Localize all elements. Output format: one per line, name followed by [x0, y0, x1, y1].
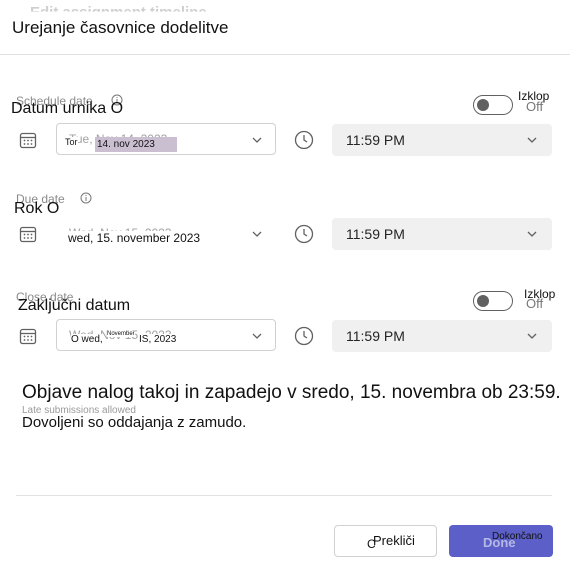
close-date-prefix: O wed,: [71, 334, 103, 345]
chevron-down-icon: [252, 137, 262, 143]
due-date-picker[interactable]: Wed, Nov 15, 2023 wed, 15. november 2023: [56, 217, 276, 249]
schedule-date-picker[interactable]: Tue, Nov 14, 2023 Tor 14. nov 2023: [56, 123, 276, 155]
close-time-picker[interactable]: 11:59 PM: [332, 320, 552, 352]
schedule-toggle-ghost: Off: [526, 99, 544, 114]
timeline-summary: Objave nalog takoj in zapadejo v sredo, …: [22, 382, 561, 403]
close-toggle-ghost: Off: [526, 296, 544, 311]
close-toggle[interactable]: [473, 291, 513, 311]
chevron-down-icon: [527, 333, 537, 339]
schedule-date-prefix: Tor: [65, 137, 78, 147]
cancel-label: Prekliči: [373, 533, 415, 548]
chevron-down-icon: [252, 231, 262, 237]
schedule-date-label: Datum urnika O: [11, 100, 124, 117]
done-button[interactable]: Done Dokončano: [449, 525, 553, 557]
due-time-value: 11:59 PM: [346, 226, 405, 242]
clock-icon: [294, 130, 314, 150]
cancel-button[interactable]: C Prekliči: [334, 525, 437, 557]
close-time-value: 11:59 PM: [346, 328, 405, 344]
close-date-month: November: [107, 331, 135, 337]
due-time-picker[interactable]: 11:59 PM: [332, 218, 552, 250]
chevron-down-icon: [527, 137, 537, 143]
calendar-icon: [19, 132, 37, 149]
close-date-label: Zaključni datum: [18, 297, 131, 314]
close-date-picker[interactable]: Wed, Nov 15, 2023 O wed, November IS, 20…: [56, 319, 276, 351]
calendar-icon: [19, 328, 37, 345]
clock-icon: [294, 326, 314, 346]
calendar-icon: [19, 226, 37, 243]
chevron-down-icon: [527, 231, 537, 237]
clock-icon: [294, 224, 314, 244]
schedule-toggle[interactable]: [473, 95, 513, 115]
info-icon[interactable]: [80, 192, 92, 204]
close-date-suffix: IS, 2023: [139, 334, 177, 345]
dialog-title: Urejanje časovnice dodelitve: [12, 18, 229, 37]
late-submissions-note: Dovoljeni so oddajanja z zamudo.: [22, 414, 247, 431]
header-divider: [0, 54, 570, 55]
due-date-value: wed, 15. november 2023: [68, 231, 201, 245]
toggle-knob: [477, 98, 489, 111]
schedule-time-picker[interactable]: 11:59 PM: [332, 124, 552, 156]
chevron-down-icon: [252, 333, 262, 339]
schedule-time-value: 11:59 PM: [346, 132, 405, 148]
done-label: Dokončano: [492, 531, 543, 542]
footer-divider: [16, 495, 552, 496]
schedule-date-value: 14. nov 2023: [95, 137, 177, 152]
due-date-label: Rok O: [14, 200, 60, 217]
toggle-knob: [477, 294, 489, 307]
